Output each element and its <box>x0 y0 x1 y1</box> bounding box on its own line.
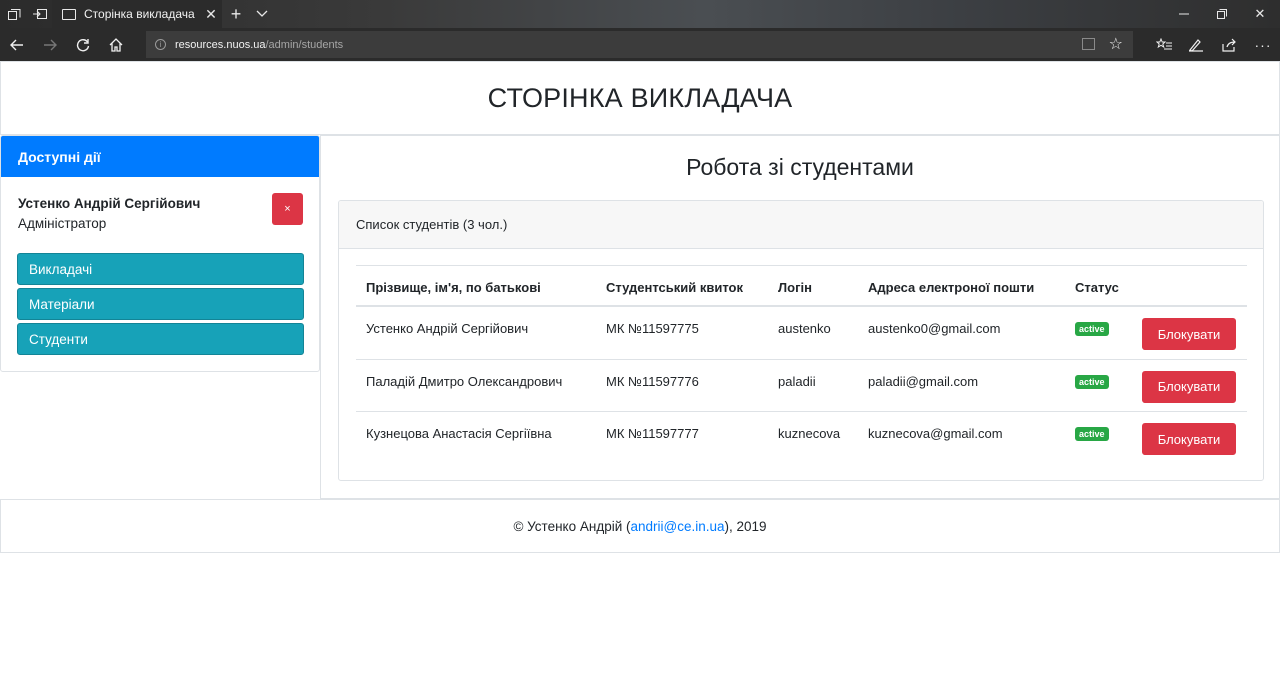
sidebar-item-materials[interactable]: Матеріали <box>17 288 304 320</box>
students-card: Список студентів (3 чол.) Прізвище, ім'я… <box>338 200 1264 481</box>
sidebar-item-students[interactable]: Студенти <box>17 323 304 355</box>
column-header-ticket: Студентський квиток <box>606 280 743 295</box>
table-row: Кузнецова Анастасія Сергіївна МК №115977… <box>356 412 1247 465</box>
footer-prefix: © Устенко Андрій ( <box>513 518 631 534</box>
column-header-status: Статус <box>1075 280 1119 295</box>
cell-login: kuznecova <box>778 426 841 441</box>
address-bar[interactable]: i resources.nuos.ua/admin/students ☆ <box>146 31 1133 58</box>
sidebar-item-teachers[interactable]: Викладачі <box>17 253 304 285</box>
table-header: Прізвище, ім'я, по батькові Студентський… <box>356 266 1247 307</box>
status-badge: active <box>1075 374 1109 389</box>
card-header: Список студентів (3 чол.) <box>339 201 1263 249</box>
info-icon[interactable]: i <box>155 39 166 50</box>
notes-icon[interactable] <box>1181 28 1211 61</box>
page-title: СТОРІНКА ВИКЛАДАЧА <box>487 82 793 113</box>
block-button[interactable]: Блокувати <box>1142 370 1236 403</box>
footer-suffix: ), 2019 <box>724 518 767 534</box>
favorites-icon[interactable] <box>1149 28 1179 61</box>
page-header: СТОРІНКА ВИКЛАДАЧА <box>0 61 1280 135</box>
close-icon[interactable]: ✕ <box>200 6 222 23</box>
cell-ticket: МК №11597777 <box>606 426 699 441</box>
favorite-star-icon[interactable]: ☆ <box>1109 34 1123 54</box>
cell-email: paladii@gmail.com <box>868 373 979 389</box>
minimize-icon[interactable] <box>1166 0 1202 28</box>
cell-ticket: МК №11597775 <box>606 321 699 336</box>
browser-titlebar: Сторінка викладача ✕ + ✕ <box>0 0 1280 28</box>
tab-preview-icon[interactable] <box>250 0 274 28</box>
cell-login: paladii <box>778 373 816 389</box>
cell-email: austenko0@gmail.com <box>868 321 1001 336</box>
logout-button[interactable]: × <box>272 193 303 225</box>
column-header-email: Адреса електроної пошти <box>868 280 1035 295</box>
column-header-login: Логін <box>778 280 812 295</box>
main-content: Робота зі студентами Список студентів (3… <box>320 135 1280 499</box>
cell-email: kuznecova@gmail.com <box>868 426 1003 441</box>
cell-name: Устенко Андрій Сергійович <box>366 321 529 336</box>
cell-name: Паладій Дмитро Олександрович <box>366 373 563 389</box>
block-button[interactable]: Блокувати <box>1142 318 1236 350</box>
block-button[interactable]: Блокувати <box>1142 423 1236 455</box>
back-icon[interactable] <box>2 28 32 61</box>
window-close-icon[interactable]: ✕ <box>1242 0 1278 28</box>
home-icon[interactable] <box>101 28 131 61</box>
refresh-icon[interactable] <box>68 28 98 61</box>
table-row: Паладій Дмитро Олександрович МК №1159777… <box>356 360 1247 412</box>
user-name: Устенко Андрій Сергійович <box>18 196 201 211</box>
set-aside-tabs-icon[interactable] <box>28 0 52 28</box>
section-title: Робота зі студентами <box>686 154 914 180</box>
column-header-name: Прізвище, ім'я, по батькові <box>366 280 541 295</box>
students-table: Прізвище, ім'я, по батькові Студентський… <box>356 265 1247 465</box>
browser-tab[interactable]: Сторінка викладача ✕ <box>52 0 222 28</box>
new-tab-icon[interactable]: + <box>224 0 248 28</box>
cell-name: Кузнецова Анастасія Сергіївна <box>366 426 552 441</box>
url-host: resources.nuos.ua <box>175 38 266 51</box>
tab-title: Сторінка викладача <box>84 7 195 21</box>
footer-email-link[interactable]: andrii@ce.in.ua <box>631 519 725 534</box>
cell-login: austenko <box>778 321 831 336</box>
status-badge: active <box>1075 322 1109 336</box>
table-row: Устенко Андрій Сергійович МК №11597775 a… <box>356 307 1247 360</box>
more-icon[interactable]: ··· <box>1248 28 1278 61</box>
reading-view-icon[interactable] <box>1082 38 1095 50</box>
share-icon[interactable] <box>1214 28 1244 61</box>
browser-navbar: i resources.nuos.ua/admin/students ☆ ··· <box>0 28 1280 61</box>
page-icon <box>62 8 76 20</box>
url-path: /admin/students <box>265 38 344 51</box>
sidebar-header: Доступні дії <box>1 136 319 177</box>
restore-icon[interactable] <box>1204 0 1240 28</box>
forward-icon[interactable] <box>35 28 65 61</box>
cell-ticket: МК №11597776 <box>606 373 699 389</box>
sidebar: Доступні дії Устенко Андрій Сергійович А… <box>0 135 320 372</box>
status-badge: active <box>1075 427 1109 441</box>
footer: © Устенко Андрій (andrii@ce.in.ua), 2019 <box>0 499 1280 553</box>
user-role: Адміністратор <box>18 216 107 231</box>
tab-actions-icon[interactable] <box>2 0 26 28</box>
